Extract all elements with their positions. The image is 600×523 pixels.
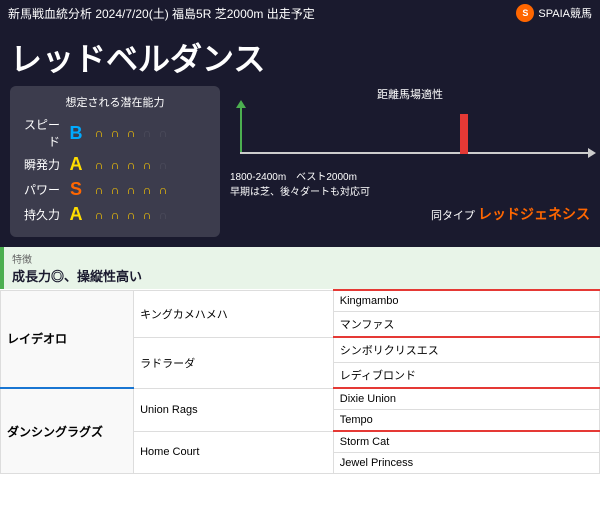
ability-grade: B: [66, 123, 86, 144]
horse-name: レッドベルダンス: [10, 34, 590, 80]
horseshoe-icon: ∩: [108, 208, 122, 222]
horseshoe-icon: ∩: [156, 126, 170, 140]
horse-card: レッドベルダンス 想定される潜在能力 スピードB∩∩∩∩∩瞬発力A∩∩∩∩∩パワ…: [0, 26, 600, 247]
distance-info: 1800-2400m ベスト2000m 早期は芝、後々ダートも対応可: [230, 170, 590, 200]
horseshoes: ∩∩∩∩∩: [92, 158, 170, 172]
horseshoe-icon: ∩: [124, 126, 138, 140]
horseshoes: ∩∩∩∩∩: [92, 208, 170, 222]
horseshoe-icon: ∩: [140, 158, 154, 172]
arrow-head: [588, 148, 596, 158]
horseshoe-icon: ∩: [140, 208, 154, 222]
ability-title: 想定される潜在能力: [20, 94, 210, 110]
pedigree-g3: レディブロンド: [333, 363, 599, 389]
best-bar: [460, 114, 468, 154]
horseshoe-icon: ∩: [124, 208, 138, 222]
pedigree-g2: ラドラーダ: [134, 337, 334, 388]
horseshoe-icon: ∩: [92, 158, 106, 172]
pedigree-g3: Tempo: [333, 410, 599, 432]
same-type-label: 同タイプ: [431, 210, 475, 222]
table-row: ダンシングラグズUnion RagsDixie Union: [1, 388, 600, 410]
ability-grade: S: [66, 179, 86, 200]
horseshoe-icon: ∩: [140, 126, 154, 140]
horseshoe-icon: ∩: [92, 208, 106, 222]
pedigree-table: レイデオロキングカメハメハKingmamboマンファスラドラーダシンボリクリスエ…: [0, 289, 600, 474]
spaia-icon: S: [516, 4, 534, 22]
pedigree-g3: Dixie Union: [333, 388, 599, 410]
arrow-line: [240, 152, 590, 154]
ability-grade: A: [66, 204, 86, 225]
ability-label: 瞬発力: [20, 156, 60, 173]
distance-range: 1800-2400m ベスト2000m: [230, 170, 590, 185]
table-row: レイデオロキングカメハメハKingmambo: [1, 290, 600, 312]
arrow-up: [240, 106, 242, 154]
horseshoe-icon: ∩: [124, 183, 138, 197]
features-label: 特徴: [12, 255, 32, 266]
pedigree-g1: レイデオロ: [1, 290, 134, 388]
horseshoe-icon: ∩: [108, 126, 122, 140]
ability-row: スピードB∩∩∩∩∩: [20, 116, 210, 150]
ability-panel: 想定される潜在能力 スピードB∩∩∩∩∩瞬発力A∩∩∩∩∩パワーS∩∩∩∩∩持久…: [10, 86, 220, 237]
horseshoe-icon: ∩: [156, 208, 170, 222]
distance-note: 早期は芝、後々ダートも対応可: [230, 185, 590, 200]
arrow-up-head: [236, 100, 246, 108]
horseshoe-icon: ∩: [108, 183, 122, 197]
pedigree-g3: シンボリクリスエス: [333, 337, 599, 363]
horseshoe-icon: ∩: [156, 158, 170, 172]
horseshoe-icon: ∩: [92, 126, 106, 140]
horseshoe-icon: ∩: [156, 183, 170, 197]
spaia-text: SPAIA競馬: [538, 5, 592, 21]
header-title: 新馬戦血統分析 2024/7/20(土) 福島5R 芝2000m 出走予定: [8, 5, 315, 22]
ability-label: スピード: [20, 116, 60, 150]
horseshoes: ∩∩∩∩∩: [92, 183, 170, 197]
header: 新馬戦血統分析 2024/7/20(土) 福島5R 芝2000m 出走予定 S …: [0, 0, 600, 26]
spaia-logo: S SPAIA競馬: [516, 4, 592, 22]
ability-row: 持久力A∩∩∩∩∩: [20, 204, 210, 225]
horseshoe-icon: ∩: [92, 183, 106, 197]
pedigree-g2: キングカメハメハ: [134, 290, 334, 337]
pedigree-g3: マンファス: [333, 312, 599, 338]
pedigree-g3: Storm Cat: [333, 431, 599, 453]
pedigree-g1: ダンシングラグズ: [1, 388, 134, 474]
ability-label: パワー: [20, 181, 60, 198]
same-type: 同タイプ レッドジェネシス: [230, 204, 590, 224]
ability-row: 瞬発力A∩∩∩∩∩: [20, 154, 210, 175]
ability-label: 持久力: [20, 206, 60, 223]
features-section: 特徴 成長力◎、操縦性高い: [0, 247, 600, 289]
ability-grade: A: [66, 154, 86, 175]
pedigree-g3: Jewel Princess: [333, 453, 599, 474]
pedigree-g3: Kingmambo: [333, 290, 599, 312]
ability-row: パワーS∩∩∩∩∩: [20, 179, 210, 200]
horseshoe-icon: ∩: [140, 183, 154, 197]
same-type-name: レッドジェネシス: [478, 206, 590, 222]
pedigree-g2: Home Court: [134, 431, 334, 474]
horseshoe-icon: ∩: [124, 158, 138, 172]
pedigree-g2: Union Rags: [134, 388, 334, 431]
pedigree-section: レイデオロキングカメハメハKingmamboマンファスラドラーダシンボリクリスエ…: [0, 289, 600, 474]
distance-panel: 距離馬場適性 1800-2400m ベスト2000m 早期は芝、後々ダートも対応…: [230, 86, 590, 237]
distance-title: 距離馬場適性: [230, 86, 590, 102]
features-text: 成長力◎、操縦性高い: [12, 269, 142, 284]
distance-chart: [230, 106, 590, 166]
horseshoe-icon: ∩: [108, 158, 122, 172]
horseshoes: ∩∩∩∩∩: [92, 126, 170, 140]
